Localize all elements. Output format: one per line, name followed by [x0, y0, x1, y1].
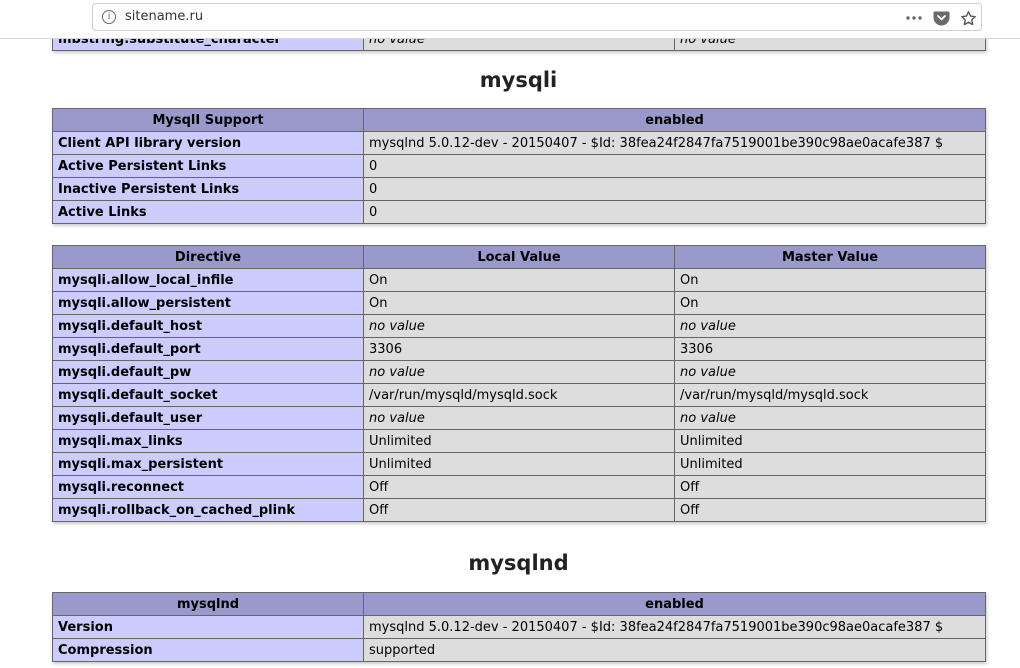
table-header-row: Directive Local Value Master Value — [52, 245, 986, 269]
table-row: mysqli.allow_local_infile On On — [52, 268, 986, 292]
directive-name: mysqli.default_user — [52, 406, 364, 430]
table-row: mysqli.default_host no value no value — [52, 314, 986, 338]
local-value: no value — [363, 314, 675, 338]
directive-name: mysqli.max_persistent — [52, 452, 364, 476]
table-row: Active Persistent Links 0 — [52, 154, 986, 178]
table-row: Version mysqlnd 5.0.12-dev - 20150407 - … — [52, 615, 986, 639]
table-row: mysqli.max_persistent Unlimited Unlimite… — [52, 452, 986, 476]
local-value: /var/run/mysqld/mysqld.sock — [363, 383, 675, 407]
table-row: mysqli.default_port 3306 3306 — [52, 337, 986, 361]
url-actions — [905, 7, 977, 29]
row-key: Compression — [52, 638, 364, 662]
row-value: 0 — [363, 154, 986, 178]
table-row: mysqli.default_socket /var/run/mysqld/my… — [52, 383, 986, 407]
master-value: Unlimited — [674, 429, 986, 453]
mysqlnd-table: mysqlnd enabled Version mysqlnd 5.0.12-d… — [52, 592, 986, 662]
browser-toolbar: i sitename.ru — [0, 0, 1020, 39]
column-header: enabled — [363, 592, 986, 616]
directive-name: mysqli.default_pw — [52, 360, 364, 384]
column-header: Directive — [52, 245, 364, 269]
row-key: Version — [52, 615, 364, 639]
table-row: Compression supported — [52, 638, 986, 662]
local-value: Off — [363, 475, 675, 499]
master-value: 3306 — [674, 337, 986, 361]
row-value: supported — [363, 638, 986, 662]
directive-name: mysqli.max_links — [52, 429, 364, 453]
column-header: enabled — [363, 108, 986, 132]
mysqli-support-table: MysqlI Support enabled Client API librar… — [52, 108, 986, 224]
table-row: mysqli.default_pw no value no value — [52, 360, 986, 384]
directive-name: mysqli.default_port — [52, 337, 364, 361]
column-header: MysqlI Support — [52, 108, 364, 132]
mysqli-directive-table: Directive Local Value Master Value mysql… — [52, 245, 986, 522]
table-row: Active Links 0 — [52, 200, 986, 224]
row-value: 0 — [363, 200, 986, 224]
row-value: 0 — [363, 177, 986, 201]
directive-name: mysqli.default_socket — [52, 383, 364, 407]
row-key: Active Links — [52, 200, 364, 224]
master-value: no value — [674, 360, 986, 384]
table-row: mysqli.default_user no value no value — [52, 406, 986, 430]
local-value: no value — [363, 406, 675, 430]
table-row: mysqli.reconnect Off Off — [52, 475, 986, 499]
pocket-icon[interactable] — [932, 8, 950, 28]
directive-name: mysqli.rollback_on_cached_plink — [52, 498, 364, 522]
row-key: Active Persistent Links — [52, 154, 364, 178]
table-header-row: MysqlI Support enabled — [52, 108, 986, 132]
table-row: mysqli.allow_persistent On On — [52, 291, 986, 315]
page-actions-menu-icon[interactable] — [905, 8, 923, 28]
master-value: no value — [674, 406, 986, 430]
column-header: Master Value — [674, 245, 986, 269]
local-value: Off — [363, 498, 675, 522]
master-value: no value — [674, 314, 986, 338]
column-header: Local Value — [363, 245, 675, 269]
directive-name: mysqli.default_host — [52, 314, 364, 338]
master-value: Unlimited — [674, 452, 986, 476]
bookmark-star-icon[interactable] — [959, 8, 977, 28]
local-value: Unlimited — [363, 452, 675, 476]
directive-name: mysqli.allow_local_infile — [52, 268, 364, 292]
local-value: 3306 — [363, 337, 675, 361]
local-value: On — [363, 291, 675, 315]
table-header-row: mysqlnd enabled — [52, 592, 986, 616]
row-value: mysqlnd 5.0.12-dev - 20150407 - $Id: 38f… — [363, 131, 986, 155]
master-value: /var/run/mysqld/mysqld.sock — [674, 383, 986, 407]
url-bar[interactable]: i sitename.ru — [92, 3, 982, 31]
table-row: Client API library version mysqlnd 5.0.1… — [52, 131, 986, 155]
table-row: mysqli.rollback_on_cached_plink Off Off — [52, 498, 986, 522]
mysqli-section-title: mysqli — [479, 68, 558, 92]
row-key: Client API library version — [52, 131, 364, 155]
info-icon[interactable]: i — [102, 10, 116, 24]
local-value: no value — [363, 360, 675, 384]
row-value: mysqlnd 5.0.12-dev - 20150407 - $Id: 38f… — [363, 615, 986, 639]
master-value: On — [674, 291, 986, 315]
master-value: Off — [674, 498, 986, 522]
master-value: Off — [674, 475, 986, 499]
local-value: On — [363, 268, 675, 292]
master-value: On — [674, 268, 986, 292]
url-text[interactable]: sitename.ru — [125, 9, 203, 24]
local-value: Unlimited — [363, 429, 675, 453]
column-header: mysqlnd — [52, 592, 364, 616]
mysqlnd-section-title: mysqlnd — [468, 551, 569, 575]
table-row: mysqli.max_links Unlimited Unlimited — [52, 429, 986, 453]
row-key: Inactive Persistent Links — [52, 177, 364, 201]
directive-name: mysqli.reconnect — [52, 475, 364, 499]
directive-name: mysqli.allow_persistent — [52, 291, 364, 315]
table-row: Inactive Persistent Links 0 — [52, 177, 986, 201]
